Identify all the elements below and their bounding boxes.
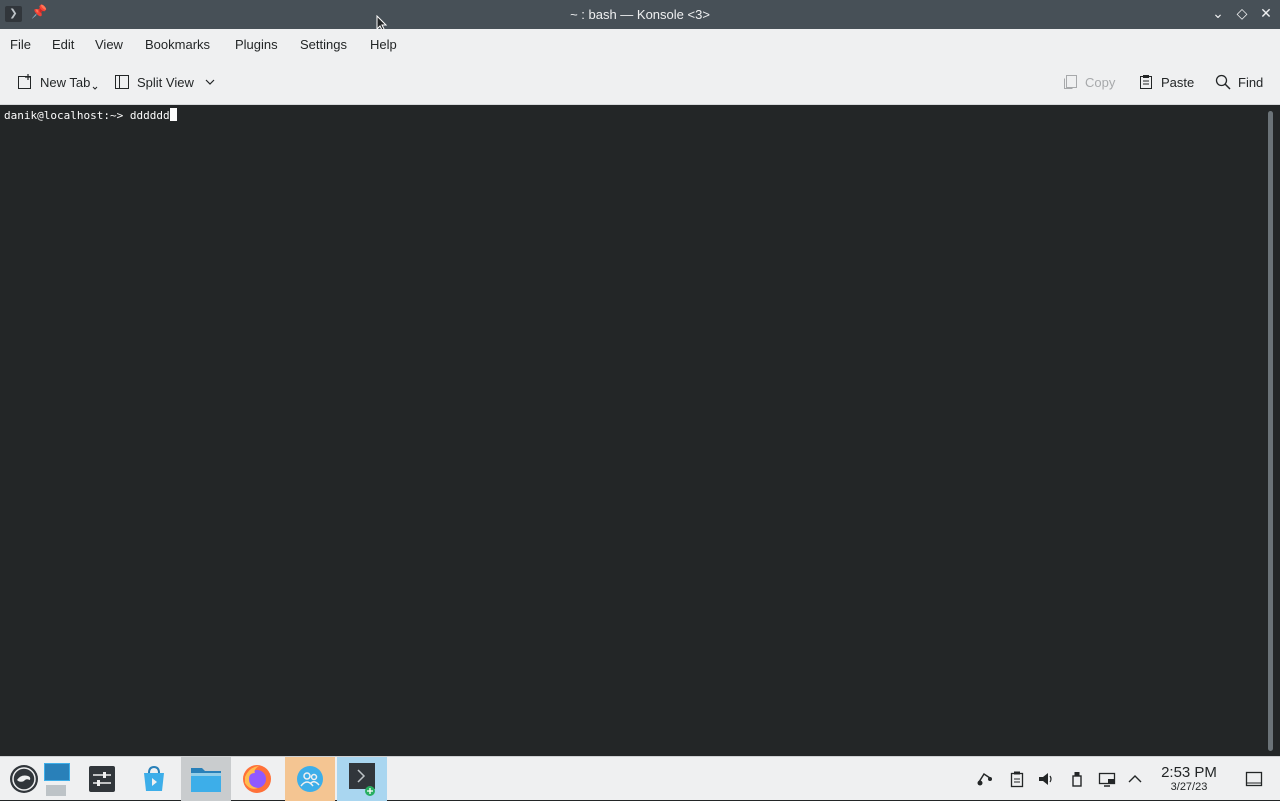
split-view-label: Split View — [137, 74, 194, 90]
konsole-icon — [349, 763, 375, 796]
discover-icon — [144, 765, 164, 791]
new-tab-icon — [18, 74, 31, 89]
dropdown-small-icon[interactable] — [92, 85, 98, 91]
taskbar: 2:53 PM 3/27/23 — [0, 756, 1280, 801]
chevron-up-icon[interactable] — [1126, 770, 1144, 788]
maximize-button[interactable]: ◇ — [1234, 5, 1250, 23]
task-people[interactable] — [285, 757, 335, 801]
volume-icon[interactable] — [1037, 770, 1055, 788]
copy-button[interactable]: Copy — [1061, 72, 1115, 92]
clock-date: 3/27/23 — [1170, 781, 1208, 793]
menubar: File Edit View Bookmarks Plugins Setting… — [0, 29, 1280, 60]
close-button[interactable]: ✕ — [1258, 5, 1274, 23]
show-desktop-pager[interactable] — [36, 757, 76, 801]
menu-help[interactable]: Help — [370, 37, 397, 52]
paste-label: Paste — [1161, 74, 1195, 90]
scrollbar[interactable] — [1264, 105, 1280, 756]
copy-icon — [1064, 75, 1077, 89]
settings-icon — [89, 766, 115, 792]
menu-view[interactable]: View — [95, 37, 123, 52]
window-title: ~ : bash — Konsole <3> — [570, 7, 710, 22]
menu-edit[interactable]: Edit — [52, 37, 74, 52]
paste-icon — [1140, 75, 1152, 89]
terminal-view[interactable]: danik@localhost:~> dddddd — [0, 105, 1264, 756]
text-cursor — [169, 108, 177, 121]
task-konsole[interactable] — [337, 757, 387, 801]
menu-bookmarks[interactable]: Bookmarks — [145, 37, 210, 52]
toolbar: New Tab Split View Copy Paste Find — [0, 60, 1280, 105]
terminal-prompt: danik@localhost:~> — [4, 109, 130, 122]
search-icon — [1215, 74, 1231, 90]
people-icon — [297, 766, 323, 792]
menu-file[interactable]: File — [10, 37, 31, 52]
files-icon — [191, 768, 221, 792]
new-tab-label: New Tab — [40, 74, 91, 90]
new-tab-button[interactable]: New Tab — [16, 72, 98, 92]
find-button[interactable]: Find — [1214, 72, 1263, 92]
firefox-icon — [243, 765, 271, 793]
clock-time: 2:53 PM — [1161, 764, 1217, 781]
desktop-icon — [44, 763, 70, 796]
usb-device-icon[interactable] — [1068, 770, 1086, 788]
task-firefox[interactable] — [233, 757, 281, 801]
chevron-down-icon[interactable] — [204, 76, 216, 88]
clipboard-icon[interactable] — [1008, 770, 1026, 788]
kde-connect-icon[interactable] — [976, 770, 994, 788]
digital-clock[interactable]: 2:53 PM 3/27/23 — [1150, 764, 1228, 793]
minimize-button[interactable]: ⌄ — [1210, 5, 1226, 23]
show-desktop-icon[interactable] — [1245, 770, 1263, 788]
scrollbar-thumb[interactable] — [1268, 111, 1273, 751]
task-discover[interactable] — [130, 757, 178, 801]
split-view-icon — [115, 75, 129, 89]
task-system-settings[interactable] — [78, 757, 126, 801]
menu-settings[interactable]: Settings — [300, 37, 347, 52]
network-wired-icon[interactable] — [1098, 770, 1116, 788]
copy-label: Copy — [1085, 74, 1116, 90]
menu-plugins[interactable]: Plugins — [235, 37, 278, 52]
split-view-button[interactable]: Split View — [113, 72, 216, 92]
paste-button[interactable]: Paste — [1137, 72, 1194, 92]
terminal-input: dddddd — [129, 109, 170, 122]
find-label: Find — [1238, 74, 1264, 90]
task-dolphin[interactable] — [181, 757, 231, 801]
window-titlebar[interactable]: ❯ 📌 ~ : bash — Konsole <3> ⌄ ◇ ✕ — [0, 0, 1280, 29]
